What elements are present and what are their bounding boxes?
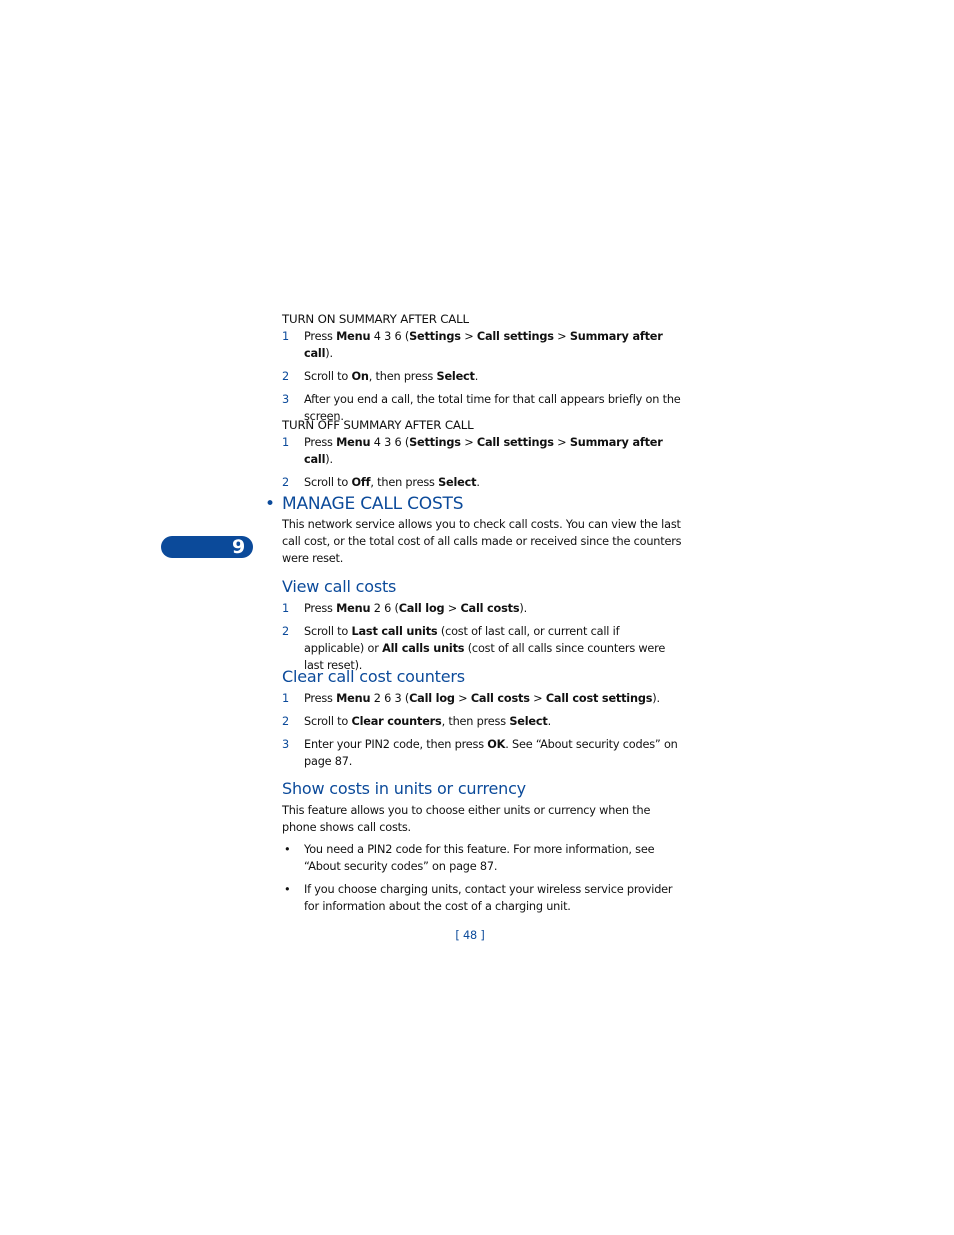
intro: This feature allows you to choose either… — [282, 804, 651, 834]
section-heading: View call costs — [282, 577, 397, 596]
ui-term: Call settings — [476, 436, 554, 449]
step-text: ). — [325, 347, 333, 360]
ui-term: Settings — [409, 330, 461, 343]
ui-term: On — [351, 370, 369, 383]
step-text: Scroll to — [304, 370, 352, 383]
section-heading: Show costs in units or currency — [282, 779, 526, 798]
subheading: TURN OFF SUMMARY AFTER CALL — [282, 418, 474, 432]
ui-term: Menu — [336, 602, 371, 615]
ui-term: Menu — [336, 692, 371, 705]
step-item: 2 Scroll to On, then press Select. — [282, 368, 682, 385]
step-text: . — [476, 476, 480, 489]
step-text: 2 6 ( — [370, 602, 399, 615]
step-item: 1 Press Menu 2 6 (Call log > Call costs). — [282, 600, 682, 617]
ui-term: OK — [487, 738, 506, 751]
step-text: > — [553, 436, 570, 449]
ui-term: Settings — [409, 436, 461, 449]
section-clear: Clear call cost counters 1 Press Menu 2 6… — [282, 666, 682, 776]
step-item: 3 Enter your PIN2 code, then press OK. Se… — [282, 736, 682, 770]
step-text: Press — [304, 436, 337, 449]
ui-term: Select — [509, 715, 548, 728]
ui-term: Clear counters — [351, 715, 442, 728]
step-text: , then press — [368, 370, 437, 383]
step-text: Press — [304, 330, 337, 343]
ui-term: Call costs — [470, 692, 530, 705]
section-view: View call costs 1 Press Menu 2 6 (Call lo… — [282, 576, 682, 680]
step-text: . — [474, 370, 479, 383]
step-text: , then press — [370, 476, 439, 489]
section-manage: MANAGE CALL COSTS This network service a… — [282, 493, 682, 567]
ui-term: All calls units — [382, 642, 465, 655]
step-text: Enter your PIN2 code, then press — [304, 738, 488, 751]
step-item: 1 Press Menu 4 3 6 (Settings > Call setti… — [282, 434, 682, 468]
chapter-tab: 9 — [161, 536, 253, 558]
bullet-icon: • — [265, 494, 275, 514]
step-number: 2 — [282, 370, 289, 383]
step-text: Scroll to — [304, 715, 352, 728]
bullet-item: If you choose charging units, contact yo… — [282, 881, 682, 915]
ui-term: Call costs — [460, 602, 520, 615]
step-item: 2 Scroll to Clear counters, then press Se… — [282, 713, 682, 730]
step-number: 2 — [282, 476, 289, 489]
ui-term: Menu — [336, 330, 371, 343]
step-number: 2 — [282, 625, 289, 638]
step-text: 2 6 3 ( — [370, 692, 410, 705]
step-text: ). — [325, 453, 333, 466]
step-item: 1 Press Menu 2 6 3 (Call log > Call costs… — [282, 690, 682, 707]
step-text: ). — [652, 692, 660, 705]
step-text: . — [547, 715, 552, 728]
step-number: 1 — [282, 436, 289, 449]
ui-term: Menu — [336, 436, 371, 449]
step-text: Press — [304, 692, 337, 705]
bullet-item: You need a PIN2 code for this feature. F… — [282, 841, 682, 875]
step-text: > — [444, 602, 461, 615]
ui-term: Call log — [409, 692, 455, 705]
section-turn-off: TURN OFF SUMMARY AFTER CALL 1 Press Menu … — [282, 417, 682, 497]
subheading: TURN ON SUMMARY AFTER CALL — [282, 312, 469, 326]
step-text: Scroll to — [304, 625, 352, 638]
step-text: Press — [304, 602, 337, 615]
step-text: > — [529, 692, 546, 705]
step-number: 1 — [282, 330, 289, 343]
section-heading: MANAGE CALL COSTS — [282, 494, 464, 514]
step-text: > — [553, 330, 570, 343]
step-text: Scroll to — [304, 476, 352, 489]
section-show: Show costs in units or currency This fea… — [282, 778, 682, 921]
step-number: 3 — [282, 738, 289, 751]
ui-term: Call cost settings — [545, 692, 653, 705]
ui-term: Call settings — [476, 330, 554, 343]
step-item: 1 Press Menu 4 3 6 (Settings > Call setti… — [282, 328, 682, 362]
step-text: > — [460, 330, 477, 343]
step-text: 4 3 6 ( — [370, 330, 410, 343]
ui-term: Select — [438, 476, 477, 489]
ui-term: Last call units — [351, 625, 438, 638]
ui-term: Select — [436, 370, 475, 383]
step-text: ). — [519, 602, 527, 615]
step-item: 2 Scroll to Off, then press Select. — [282, 474, 682, 491]
ui-term: Off — [351, 476, 371, 489]
intro: This network service allows you to check… — [282, 518, 682, 565]
step-number: 2 — [282, 715, 289, 728]
step-text: > — [460, 436, 477, 449]
step-text: , then press — [441, 715, 510, 728]
section-heading: Clear call cost counters — [282, 667, 465, 686]
manual-page: 9 TURN ON SUMMARY AFTER CALL 1 Press Menu… — [0, 0, 954, 1235]
step-number: 1 — [282, 602, 289, 615]
step-text: 4 3 6 ( — [370, 436, 410, 449]
page-number: [ 48 ] — [455, 929, 485, 942]
ui-term: Call log — [398, 602, 445, 615]
step-text: > — [454, 692, 471, 705]
section-turn-on: TURN ON SUMMARY AFTER CALL 1 Press Menu 4… — [282, 311, 682, 431]
step-number: 1 — [282, 692, 289, 705]
step-number: 3 — [282, 393, 289, 406]
